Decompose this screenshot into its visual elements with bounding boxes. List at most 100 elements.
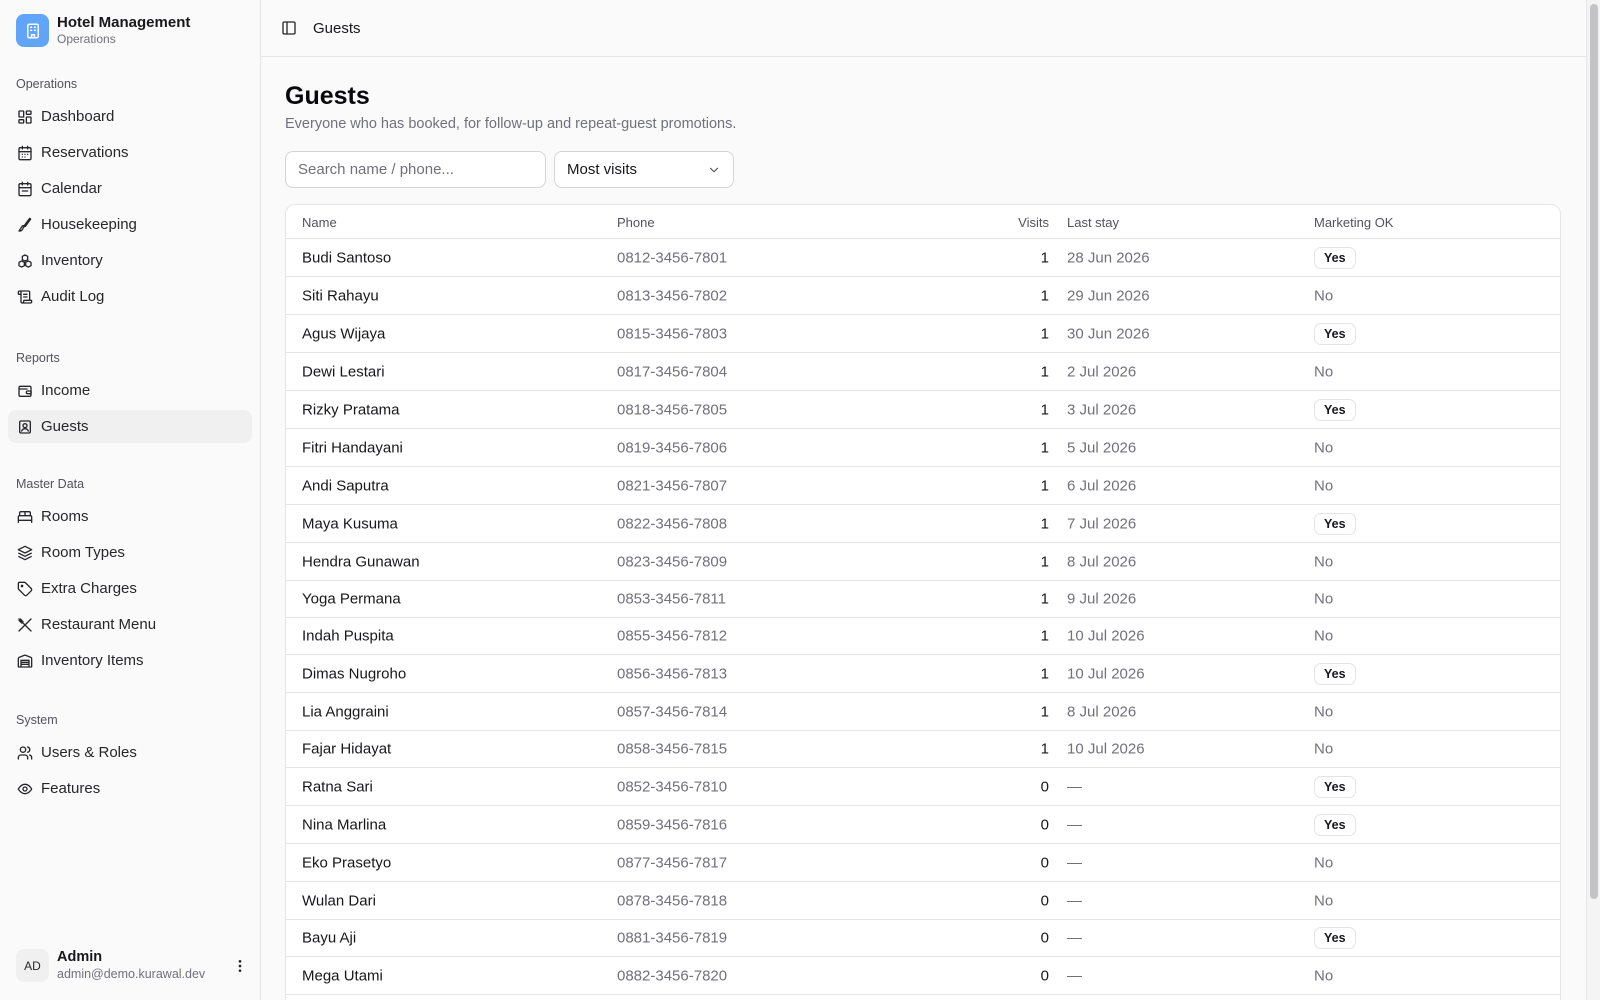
sidebar-item-label: Housekeeping <box>41 216 137 233</box>
guest-phone: 0853-3456-7811 <box>617 590 726 607</box>
sidebar-item-label: Reservations <box>41 144 129 161</box>
guest-last-stay: 9 Jul 2026 <box>1067 590 1137 607</box>
sidebar-item-income[interactable]: Income <box>8 374 252 407</box>
calendar-icon <box>18 145 32 160</box>
sidebar-item-features[interactable]: Features <box>8 772 252 805</box>
status-badge: Yes <box>1314 322 1356 345</box>
nav-section-reports: Reports <box>16 351 60 365</box>
utensils-icon <box>18 617 32 632</box>
sidebar-item-rooms[interactable]: Rooms <box>8 500 252 533</box>
sort-select[interactable]: Most visits <box>554 151 734 188</box>
scrollbar-thumb[interactable] <box>1590 4 1598 899</box>
search-input[interactable] <box>285 151 546 188</box>
table-row[interactable]: Siti Rahayu 0813-3456-7802 1 29 Jun 2026 No <box>286 277 1560 315</box>
guest-last-stay: 5 Jul 2026 <box>1067 439 1137 456</box>
app-subtitle: Operations <box>57 32 116 47</box>
marketing-ok-value: No <box>1314 363 1334 380</box>
guest-phone: 0819-3456-7806 <box>617 439 728 456</box>
guest-visits: 0 <box>1040 816 1049 833</box>
table-row[interactable]: Hendra Gunawan 0823-3456-7809 1 8 Jul 2026 N… <box>286 543 1560 581</box>
sidebar-item-restaurant-menu[interactable]: Restaurant Menu <box>8 608 252 641</box>
table-row[interactable]: Yoga Permana 0853-3456-7811 1 9 Jul 2026 No <box>286 580 1560 618</box>
table-row[interactable]: Dimas Nugroho 0856-3456-7813 1 10 Jul 2026 Y… <box>286 655 1560 693</box>
boxes-icon <box>18 253 32 268</box>
table-row[interactable]: Nina Marlina 0859-3456-7816 0 — Yes <box>286 806 1560 844</box>
table-row[interactable]: Fitri Handayani 0819-3456-7806 1 5 Jul 2026… <box>286 429 1560 467</box>
guest-phone: 0852-3456-7810 <box>617 778 728 795</box>
guest-name: Budi Santoso <box>302 249 392 266</box>
sort-select-value: Most visits <box>567 161 638 178</box>
table-row[interactable]: Rizky Pratama 0818-3456-7805 1 3 Jul 2026 Ye… <box>286 391 1560 429</box>
table-row[interactable]: Eko Prasetyo 0877-3456-7817 0 — No <box>286 844 1560 882</box>
sidebar-item-label: Features <box>41 780 101 797</box>
main-content: Guests Guests Everyone who has booked, f… <box>261 0 1586 1000</box>
sidebar-item-inventory[interactable]: Inventory <box>8 244 252 277</box>
table-row[interactable]: Indah Puspita 0855-3456-7812 1 10 Jul 2026 N… <box>286 617 1560 655</box>
marketing-ok-value: No <box>1314 553 1334 570</box>
column-header-name[interactable]: Name <box>302 215 337 230</box>
marketing-ok-badge: Yes <box>1314 322 1356 345</box>
table-row[interactable]: Lia Anggraini 0857-3456-7814 1 8 Jul 2026 No <box>286 693 1560 731</box>
page-title: Guests <box>285 82 370 110</box>
column-header-visits[interactable]: Visits <box>1018 215 1049 230</box>
guest-phone: 0818-3456-7805 <box>617 401 728 418</box>
sidebar-item-guests[interactable]: Guests <box>8 410 252 443</box>
marketing-ok-badge: Yes <box>1314 775 1356 798</box>
sidebar-item-users-roles[interactable]: Users & Roles <box>8 736 252 769</box>
layers-icon <box>17 545 33 560</box>
page-description: Everyone who has booked, for follow-up a… <box>285 116 737 132</box>
table-row[interactable]: Ratna Sari 0852-3456-7810 0 — Yes <box>286 768 1560 806</box>
guest-phone: 0856-3456-7813 <box>617 665 728 682</box>
table-row[interactable]: Bayu Aji 0881-3456-7819 0 — Yes <box>286 919 1560 957</box>
sidebar-toggle-icon[interactable] <box>279 18 299 38</box>
sidebar-item-inventory-items[interactable]: Inventory Items <box>8 644 252 677</box>
sidebar-item-housekeeping[interactable]: Housekeeping <box>8 208 252 241</box>
guest-name: Siti Rahayu <box>302 287 379 304</box>
column-header-phone[interactable]: Phone <box>617 215 655 230</box>
guest-visits: 0 <box>1040 892 1049 909</box>
table-row[interactable]: Andi Saputra 0821-3456-7807 1 6 Jul 2026 No <box>286 467 1560 505</box>
user-menu[interactable]: AD Admin admin@demo.kurawal.dev <box>16 949 250 982</box>
marketing-ok-value: No <box>1314 477 1334 494</box>
guest-name: Lia Anggraini <box>302 703 389 720</box>
page-scrollbar[interactable] <box>1586 0 1600 1000</box>
sidebar-item-label: Dashboard <box>41 108 115 125</box>
more-vertical-icon[interactable] <box>230 956 250 976</box>
sidebar-item-reservations[interactable]: Reservations <box>8 136 252 169</box>
table-row[interactable]: Wulan Dari 0878-3456-7818 0 — No <box>286 882 1560 920</box>
marketing-ok-value: No <box>1314 740 1334 757</box>
table-row[interactable]: Dewi Lestari 0817-3456-7804 1 2 Jul 2026 No <box>286 353 1560 391</box>
brand[interactable]: Hotel Management Operations <box>16 14 190 48</box>
guest-name: Yoga Permana <box>302 590 401 607</box>
table-row[interactable]: Maya Kusuma 0822-3456-7808 1 7 Jul 2026 Yes <box>286 505 1560 543</box>
table-row[interactable]: Agus Wijaya 0815-3456-7803 1 30 Jun 2026 Yes <box>286 315 1560 353</box>
guest-visits: 1 <box>1040 665 1049 682</box>
sidebar-item-dashboard[interactable]: Dashboard <box>8 100 252 133</box>
guest-name: Andi Saputra <box>302 477 389 494</box>
marketing-ok-value: No <box>1314 854 1334 871</box>
user-name: Admin <box>57 949 103 966</box>
status-badge: Yes <box>1314 813 1356 836</box>
guest-visits: 1 <box>1040 553 1049 570</box>
status-badge: Yes <box>1314 775 1356 798</box>
guest-last-stay: 29 Jun 2026 <box>1067 287 1150 304</box>
column-header-last-stay[interactable]: Last stay <box>1067 215 1119 230</box>
marketing-ok-value: No <box>1314 967 1334 984</box>
guest-visits: 0 <box>1040 967 1049 984</box>
guest-last-stay: 8 Jul 2026 <box>1067 553 1137 570</box>
column-header-marketing-ok[interactable]: Marketing OK <box>1314 215 1393 230</box>
marketing-ok-value: No <box>1314 439 1334 456</box>
marketing-ok-badge: Yes <box>1314 662 1356 685</box>
guest-last-stay: 10 Jul 2026 <box>1067 740 1145 757</box>
sidebar-item-extra-charges[interactable]: Extra Charges <box>8 572 252 605</box>
sidebar-item-room-types[interactable]: Room Types <box>8 536 252 569</box>
table-row[interactable]: Fajar Hidayat 0858-3456-7815 1 10 Jul 2026 N… <box>286 730 1560 768</box>
guest-phone: 0815-3456-7803 <box>617 325 728 342</box>
table-row[interactable]: Budi Santoso 0812-3456-7801 1 28 Jun 2026 Ye… <box>286 239 1560 277</box>
sidebar-item-audit-log[interactable]: Audit Log <box>8 280 252 313</box>
marketing-ok-value: No <box>1314 287 1334 304</box>
table-row[interactable]: Mega Utami 0882-3456-7820 0 — No <box>286 957 1560 995</box>
sidebar-item-calendar[interactable]: Calendar <box>8 172 252 205</box>
marketing-ok-badge: Yes <box>1314 246 1356 269</box>
guest-visits: 1 <box>1040 477 1049 494</box>
